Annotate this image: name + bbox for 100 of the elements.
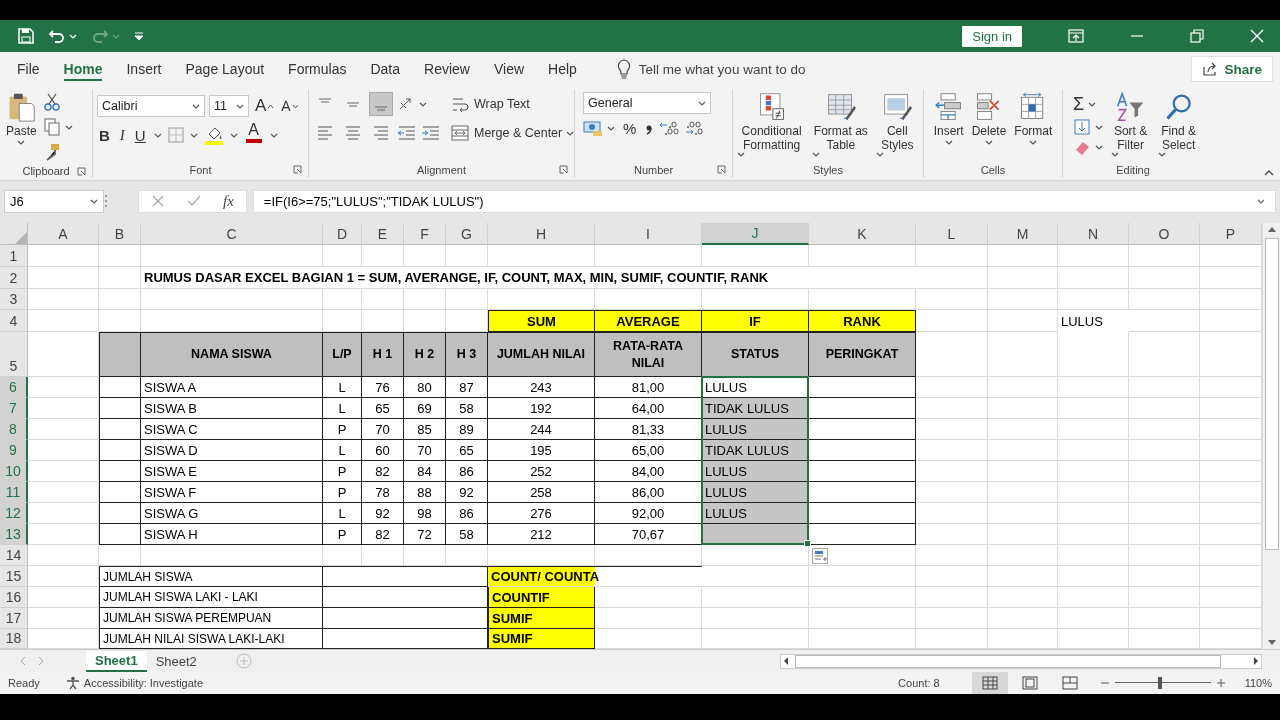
column-header[interactable]: I xyxy=(595,223,702,245)
row-header[interactable]: 2 xyxy=(0,267,28,289)
italic-button[interactable]: I xyxy=(117,123,127,147)
sort-filter-button[interactable]: Sort & Filter xyxy=(1111,92,1151,157)
dialog-launcher-icon[interactable] xyxy=(717,165,726,174)
grid-cell[interactable] xyxy=(988,608,1058,629)
grid-cell[interactable] xyxy=(1129,377,1200,398)
grid-cell[interactable] xyxy=(988,377,1058,398)
column-header[interactable]: M xyxy=(988,223,1058,245)
grid-cell[interactable] xyxy=(1058,608,1129,629)
zoom-in-icon[interactable] xyxy=(1215,678,1226,688)
restore-icon[interactable] xyxy=(1190,29,1204,43)
grid-cell[interactable] xyxy=(988,482,1058,503)
style-gallery-button[interactable]: Format as Table xyxy=(812,92,870,157)
grid-cell[interactable] xyxy=(1058,503,1129,524)
ribbon-tab[interactable]: Help xyxy=(536,52,589,86)
scissors-icon[interactable] xyxy=(42,92,61,112)
grow-font-button[interactable]: A xyxy=(253,94,276,118)
grid-cell[interactable] xyxy=(988,245,1058,267)
cells-button[interactable]: Delete xyxy=(971,92,1007,145)
grid-cell[interactable] xyxy=(916,377,988,398)
increase-decimal-icon[interactable] xyxy=(658,119,681,137)
zoom-level[interactable]: 110% xyxy=(1244,677,1272,689)
grid-cell[interactable] xyxy=(988,461,1058,482)
scroll-tabs-right-icon[interactable] xyxy=(36,656,46,666)
merge-center-button[interactable]: Merge & Center xyxy=(451,121,563,145)
row-header[interactable]: 14 xyxy=(0,545,28,566)
customize-toolbar-icon[interactable] xyxy=(134,31,144,41)
column-header[interactable]: O xyxy=(1129,223,1200,245)
grid-cell[interactable] xyxy=(916,524,988,545)
currency-icon[interactable] xyxy=(583,119,603,137)
grid-cell[interactable] xyxy=(28,608,99,629)
row-header[interactable]: 16 xyxy=(0,587,28,608)
borders-icon[interactable] xyxy=(167,127,184,143)
sheet-tab[interactable]: Sheet1 xyxy=(86,650,147,672)
grid-cell[interactable] xyxy=(1129,398,1200,419)
grid-cell[interactable] xyxy=(1058,524,1129,545)
row-header[interactable]: 6 xyxy=(0,377,28,398)
grid-cell[interactable] xyxy=(1129,503,1200,524)
grid-cell[interactable] xyxy=(1058,566,1129,587)
grid-cell[interactable] xyxy=(916,503,988,524)
align-text-icon[interactable] xyxy=(372,124,390,142)
bold-button[interactable]: B xyxy=(97,123,112,147)
ribbon-tab[interactable]: View xyxy=(481,52,537,86)
grid-cell[interactable] xyxy=(1129,587,1200,608)
grid-cell[interactable] xyxy=(323,545,362,566)
grid-cell[interactable] xyxy=(99,545,141,566)
grid-cell[interactable] xyxy=(916,440,988,461)
grid-cell[interactable] xyxy=(809,587,916,608)
row-header[interactable]: 7 xyxy=(0,398,28,419)
column-header[interactable]: C xyxy=(141,223,323,245)
column-header[interactable]: F xyxy=(404,223,446,245)
grid-cell[interactable] xyxy=(916,545,988,566)
row-header[interactable]: 4 xyxy=(0,310,28,332)
grid-cell[interactable] xyxy=(916,289,988,310)
grid-cell[interactable] xyxy=(28,310,99,332)
grid-cell[interactable] xyxy=(1129,545,1200,566)
wrap-text-button[interactable]: Wrap Text xyxy=(451,92,575,116)
grid-cell[interactable] xyxy=(988,267,1058,289)
grid-cell[interactable] xyxy=(988,398,1058,419)
dialog-launcher-icon[interactable] xyxy=(559,165,568,174)
row-header[interactable]: 10 xyxy=(0,461,28,482)
close-icon[interactable] xyxy=(1250,29,1264,43)
increase-indent-icon[interactable] xyxy=(421,124,441,142)
grid-cell[interactable] xyxy=(28,524,99,545)
grid-cell[interactable] xyxy=(28,566,99,587)
share-button[interactable]: Share xyxy=(1191,56,1273,82)
sheet-tab[interactable]: Sheet2 xyxy=(146,650,206,672)
grid-cell[interactable] xyxy=(28,267,99,289)
grid-cell[interactable] xyxy=(1058,461,1129,482)
scrollbar-thumb[interactable] xyxy=(1264,238,1279,550)
grid-cell[interactable] xyxy=(988,524,1058,545)
grid-cell[interactable] xyxy=(1058,419,1129,440)
grid-cell[interactable] xyxy=(988,419,1058,440)
fill-down-icon[interactable] xyxy=(1073,118,1091,136)
grid-cell[interactable] xyxy=(988,503,1058,524)
font-name-dropdown[interactable]: Calibri xyxy=(97,95,205,117)
row-header[interactable]: 12 xyxy=(0,503,28,524)
grid-cell[interactable] xyxy=(1058,377,1129,398)
column-header[interactable]: E xyxy=(362,223,404,245)
grid-cell[interactable] xyxy=(362,545,404,566)
dialog-launcher-icon[interactable] xyxy=(293,165,302,174)
grid-cell[interactable] xyxy=(1129,310,1200,332)
grid-cell[interactable] xyxy=(28,482,99,503)
scroll-right-icon[interactable] xyxy=(1251,656,1261,666)
grid-cell[interactable] xyxy=(1129,419,1200,440)
column-header[interactable]: K xyxy=(809,223,916,245)
row-header[interactable]: 18 xyxy=(0,629,28,649)
decrease-indent-icon[interactable] xyxy=(397,124,417,142)
grid-cell[interactable] xyxy=(28,440,99,461)
scrollbar-thumb[interactable] xyxy=(795,654,1221,668)
grid-cell[interactable] xyxy=(1129,289,1200,310)
grid-cell[interactable] xyxy=(809,566,916,587)
save-icon[interactable] xyxy=(18,28,34,44)
grid-cell[interactable] xyxy=(916,398,988,419)
collapse-ribbon-icon[interactable] xyxy=(1264,170,1274,176)
font-color-button[interactable]: A xyxy=(243,123,264,147)
sign-in-button[interactable]: Sign in xyxy=(962,25,1022,47)
grid-cell[interactable] xyxy=(404,545,446,566)
column-header[interactable]: D xyxy=(323,223,362,245)
